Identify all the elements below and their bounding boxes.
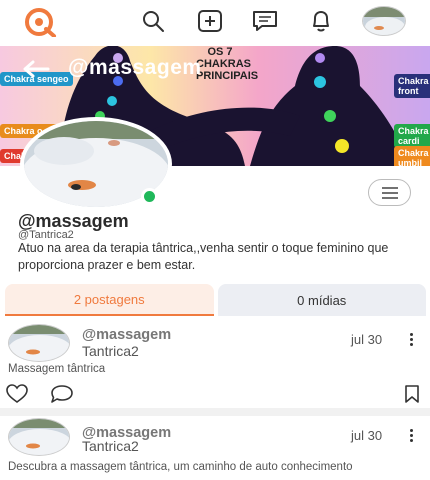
more-options-icon[interactable] [404, 429, 418, 442]
add-post-icon[interactable] [196, 8, 224, 34]
post-divider [0, 408, 430, 416]
like-heart-icon[interactable] [6, 384, 28, 409]
post-card: @massagem Tantrica2 jul 30 Descubra a ma… [0, 416, 430, 480]
comment-icon[interactable] [50, 384, 74, 409]
post-text: Massagem tântrica [8, 363, 106, 375]
search-icon[interactable] [139, 8, 167, 34]
back-arrow-icon[interactable] [22, 60, 50, 83]
online-status-indicator [141, 188, 158, 205]
post-author-subtitle: Tantrica2 [82, 438, 139, 454]
more-options-icon[interactable] [404, 333, 418, 346]
post-author-avatar[interactable] [8, 324, 70, 362]
bookmark-icon[interactable] [404, 385, 420, 408]
logo-icon[interactable] [24, 7, 60, 38]
tab-posts[interactable]: 2 postagens [5, 284, 214, 316]
post-author-subtitle: Tantrica2 [82, 343, 139, 359]
post-author-avatar[interactable] [8, 418, 70, 456]
tab-media[interactable]: 0 mídias [217, 284, 426, 316]
post-card: @massagem Tantrica2 jul 30 Massagem tânt… [0, 318, 430, 410]
profile-bio: Atuo na area da terapia tântrica,,venha … [18, 241, 389, 272]
post-date: jul 30 [351, 428, 383, 443]
post-author-name[interactable]: @massagem [82, 327, 171, 343]
profile-menu-button[interactable] [368, 179, 411, 206]
bell-icon[interactable] [307, 8, 335, 34]
chat-icon[interactable] [251, 8, 279, 34]
user-avatar[interactable] [362, 6, 406, 36]
cover-chip-right-3: Chakra umbil [394, 146, 430, 166]
profile-tabs: 2 postagens 0 mídias [5, 284, 426, 316]
cover-chip-right-2: Chakra cardi [394, 124, 430, 148]
top-navigation-bar [0, 0, 430, 44]
post-text: Descubra a massagem tântrica, um caminho… [8, 461, 353, 473]
post-date: jul 30 [351, 332, 383, 347]
menu-icon [381, 186, 398, 199]
cover-title: @massagem [68, 56, 202, 79]
cover-image-heading: OS 7 CHAKRAS PRINCIPAIS [196, 46, 259, 82]
cover-chip-right-1: Chakra front [394, 74, 430, 98]
